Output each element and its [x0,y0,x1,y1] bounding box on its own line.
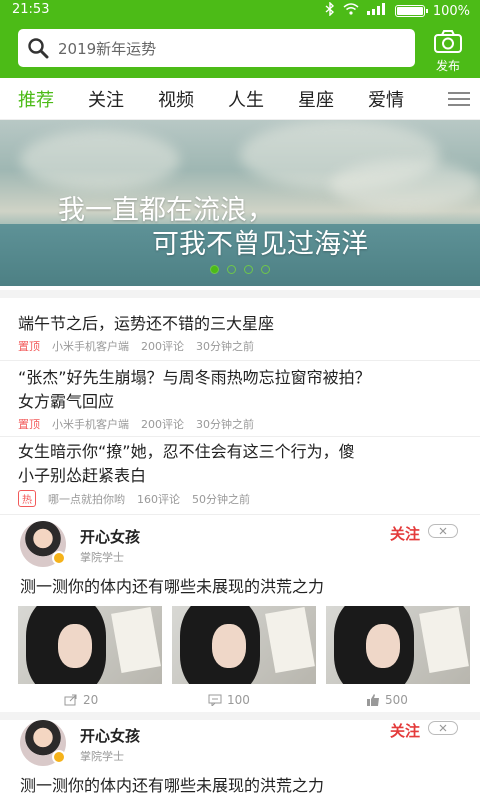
camera-icon [434,30,462,53]
like-button[interactable]: 500 [366,693,408,707]
news-source: 小米手机客户端 [52,418,129,431]
carousel-dot[interactable] [244,265,253,274]
news-item[interactable]: “张杰”好先生崩塌？与周冬雨热吻忘拉窗帘被拍？ 女方霸气回应 置顶 小米手机客户… [18,366,468,432]
app-header: 2019新年运势 发布 [0,20,480,78]
carousel-dot[interactable] [210,265,219,274]
carousel-dot[interactable] [227,265,236,274]
post-text: 测一测你的体内还有哪些未展现的洪荒之力 [20,577,325,596]
user-name[interactable]: 开心女孩 [80,725,140,746]
battery-icon [394,5,428,17]
search-input[interactable]: 2019新年运势 [58,38,156,59]
follow-button[interactable]: 关注 [390,720,420,741]
close-icon [439,724,447,732]
news-title-line1: “张杰”好先生崩塌？与周冬雨热吻忘拉窗帘被拍？ [18,368,371,387]
share-icon [64,694,77,706]
publish-label: 发布 [435,59,460,73]
post-photos [18,606,470,684]
tab-love[interactable]: 爱情 [368,86,404,112]
carousel-indicator [210,265,270,274]
news-title-line2: 女方霸气回应 [18,392,115,411]
tab-recommend[interactable]: 推荐 [18,86,54,112]
banner-carousel[interactable]: 我一直都在流浪， 可我不曾见过海洋 [0,120,480,286]
bluetooth-icon [325,1,335,20]
tab-follow[interactable]: 关注 [88,86,124,112]
post-text: 测一测你的体内还有哪些未展现的洪荒之力 [20,776,325,795]
news-time: 30分钟之前 [196,340,254,353]
post-photo[interactable] [172,606,316,684]
search-icon [18,37,58,59]
vip-badge-icon [52,551,66,565]
post-photo[interactable] [326,606,470,684]
user-level: 掌院学士 [80,551,124,564]
search-bar[interactable]: 2019新年运势 [18,29,415,67]
menu-icon[interactable] [448,88,470,110]
status-icons: 100% [325,1,470,20]
status-time: 21:53 [12,2,50,17]
news-source: 哪一点就拍你哟 [48,492,125,506]
news-comments: 200评论 [141,340,184,353]
user-post[interactable]: 开心女孩 掌院学士 关注 测一测你的体内还有哪些未展现的洪荒之力 20 100 … [0,515,480,715]
hot-tag: 热 [18,490,36,507]
tab-horoscope[interactable]: 星座 [298,86,334,112]
pinned-tag: 置顶 [18,340,40,353]
category-tabs: 推荐 关注 视频 人生 星座 爱情 [0,78,480,120]
tab-life[interactable]: 人生 [228,86,264,112]
pinned-tag: 置顶 [18,418,40,431]
news-time: 50分钟之前 [192,492,250,506]
status-bar: 21:53 100% [0,0,480,20]
wifi-icon [343,3,359,19]
user-post[interactable]: 开心女孩 掌院学士 关注 测一测你的体内还有哪些未展现的洪荒之力 [0,716,480,800]
post-photo[interactable] [18,606,162,684]
tab-video[interactable]: 视频 [158,86,194,112]
news-title: 端午节之后，运势还不错的三大星座 [18,314,275,333]
news-item[interactable]: 端午节之后，运势还不错的三大星座 置顶 小米手机客户端 200评论 30分钟之前 [18,312,468,354]
user-level: 掌院学士 [80,750,124,763]
dismiss-button[interactable] [428,721,458,735]
share-button[interactable]: 20 [64,693,98,707]
user-name[interactable]: 开心女孩 [80,526,140,547]
comment-count: 100 [227,693,250,707]
carousel-dot[interactable] [261,265,270,274]
dismiss-button[interactable] [428,524,458,538]
news-time: 30分钟之前 [196,418,254,431]
thumbs-up-icon [367,694,379,706]
publish-button[interactable]: 发布 [428,30,468,74]
news-title-line2: 小子别怂赶紧表白 [18,466,147,485]
follow-button[interactable]: 关注 [390,523,420,544]
vip-badge-icon [52,750,66,764]
news-comments: 160评论 [137,492,180,506]
news-source: 小米手机客户端 [52,340,129,353]
comment-icon [208,694,222,706]
like-count: 500 [385,693,408,707]
news-title-line1: 女生暗示你“撩”她，忍不住会有这三个行为，傻 [18,442,355,461]
battery-level [396,7,423,15]
signal-icon [366,3,387,19]
comment-button[interactable]: 100 [208,693,250,707]
close-icon [439,527,447,535]
share-count: 20 [83,693,99,707]
battery-percent: 100% [432,3,470,19]
banner-text-line2: 可我不曾见过海洋 [152,229,368,260]
news-comments: 200评论 [141,418,184,431]
news-item[interactable]: 女生暗示你“撩”她，忍不住会有这三个行为，傻 小子别怂赶紧表白 热 哪一点就拍你… [18,440,468,507]
